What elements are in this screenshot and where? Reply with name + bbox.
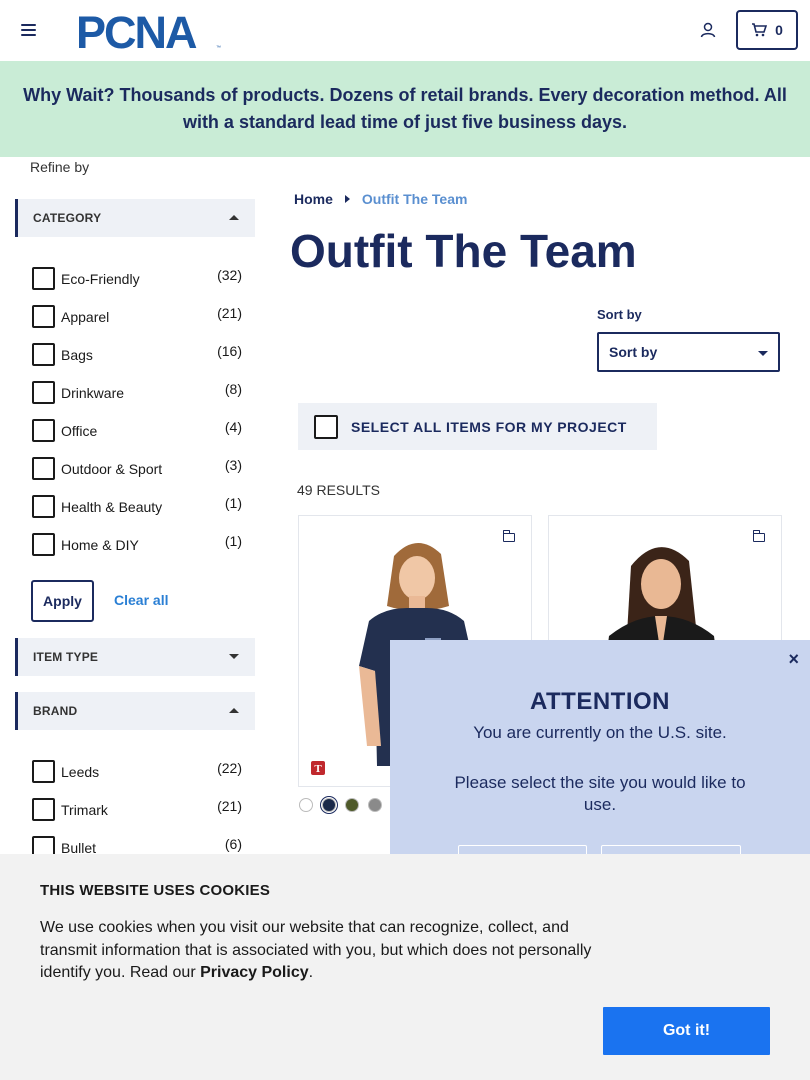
cart-icon	[752, 23, 768, 37]
clear-all-link[interactable]: Clear all	[114, 592, 168, 608]
chevron-down-icon	[758, 351, 768, 356]
sort-label: Sort by	[597, 307, 642, 322]
modal-prompt: Please select the site you would like to…	[454, 773, 746, 814]
checkbox[interactable]	[32, 267, 55, 290]
facet-item-count: (16)	[217, 343, 242, 359]
chevron-up-icon	[229, 215, 239, 220]
item-type-facet-header[interactable]: ITEM TYPE	[15, 638, 255, 676]
checkbox[interactable]	[32, 457, 55, 480]
facet-item-outdoor-sport[interactable]: Outdoor & Sport (3)	[32, 453, 242, 480]
privacy-policy-link[interactable]: Privacy Policy	[200, 964, 309, 981]
select-all-label: SELECT ALL ITEMS FOR MY PROJECT	[351, 418, 627, 435]
sort-select[interactable]: Sort by	[597, 332, 780, 372]
page-title: Outfit The Team	[290, 225, 637, 277]
facet-item-office[interactable]: Office (4)	[32, 415, 242, 442]
checkbox[interactable]	[32, 419, 55, 442]
cookie-banner: THIS WEBSITE USES COOKIES We use cookies…	[0, 854, 810, 1080]
cart-count: 0	[775, 22, 783, 38]
facet-item-label: Drinkware	[61, 385, 125, 401]
chevron-down-icon	[229, 654, 239, 659]
facet-item-count: (32)	[217, 267, 242, 283]
facet-item-bullet[interactable]: Bullet (6)	[32, 832, 242, 859]
facet-item-count: (22)	[217, 760, 242, 776]
facet-item-eco-friendly[interactable]: Eco-Friendly (32)	[32, 263, 242, 290]
facet-item-label: Trimark	[61, 802, 108, 818]
color-swatch-white[interactable]	[299, 798, 313, 812]
cookie-message-text: We use cookies when you visit our websit…	[40, 919, 592, 981]
select-all-items[interactable]: SELECT ALL ITEMS FOR MY PROJECT	[298, 403, 657, 450]
checkbox[interactable]	[32, 305, 55, 328]
facet-item-count: (3)	[224, 457, 242, 473]
checkbox[interactable]	[32, 381, 55, 404]
facet-item-count: (4)	[224, 419, 242, 435]
checkbox[interactable]	[32, 798, 55, 821]
facet-item-label: Outdoor & Sport	[61, 461, 163, 477]
facet-item-label: Leeds	[61, 764, 100, 780]
svg-text:T: T	[314, 763, 322, 775]
site-header: PCNA ™ 0	[0, 0, 810, 61]
apply-button[interactable]: Apply	[31, 580, 94, 622]
modal-message: You are currently on the U.S. site.	[473, 723, 727, 742]
color-swatch-navy[interactable]	[322, 798, 336, 812]
svg-text:™: ™	[216, 45, 221, 50]
got-it-button[interactable]: Got it!	[603, 1007, 770, 1055]
checkbox[interactable]	[32, 343, 55, 366]
category-facet-title: CATEGORY	[33, 211, 102, 225]
brand-facet-header[interactable]: BRAND	[15, 692, 255, 730]
site-select-modal: × ATTENTION You are currently on the U.S…	[390, 640, 810, 875]
promo-banner: Why Wait? Thousands of products. Dozens …	[0, 61, 810, 157]
facet-item-trimark[interactable]: Trimark (21)	[32, 794, 242, 821]
facet-item-count: (8)	[224, 381, 242, 397]
facet-item-drinkware[interactable]: Drinkware (8)	[32, 377, 242, 404]
breadcrumb: Home Outfit The Team	[294, 191, 467, 207]
facet-item-home-diy[interactable]: Home & DIY (1)	[32, 529, 242, 556]
chevron-up-icon	[229, 708, 239, 713]
select-all-checkbox[interactable]	[314, 414, 338, 439]
facet-item-count: (1)	[224, 533, 242, 549]
sort-select-value: Sort by	[609, 344, 658, 360]
cookie-message: We use cookies when you visit our websit…	[40, 917, 610, 985]
checkbox[interactable]	[32, 495, 55, 518]
refine-by-label: Refine by	[30, 159, 90, 175]
breadcrumb-arrow-icon	[344, 195, 350, 203]
facet-item-label: Apparel	[61, 309, 110, 325]
svg-text:PCNA: PCNA	[76, 10, 197, 50]
facet-item-label: Bags	[61, 347, 93, 363]
facet-item-leeds[interactable]: Leeds (22)	[32, 756, 242, 783]
facet-item-health-beauty[interactable]: Health & Beauty (1)	[32, 491, 242, 518]
results-count: 49 RESULTS	[297, 482, 380, 498]
facet-item-count: (6)	[224, 836, 242, 852]
color-swatch-gray[interactable]	[368, 798, 382, 812]
facet-item-label: Eco-Friendly	[61, 271, 140, 287]
facet-item-count: (1)	[224, 495, 242, 511]
brand-facet-title: BRAND	[33, 704, 78, 718]
pcna-logo[interactable]: PCNA ™	[76, 10, 226, 50]
account-icon[interactable]	[699, 21, 717, 39]
modal-title: ATTENTION	[529, 688, 671, 715]
category-facet-header[interactable]: CATEGORY	[15, 199, 255, 237]
facet-item-apparel[interactable]: Apparel (21)	[32, 301, 242, 328]
cookie-message-period: .	[308, 964, 314, 981]
facet-item-label: Office	[61, 423, 98, 439]
checkbox[interactable]	[32, 533, 55, 556]
facet-item-count: (21)	[217, 798, 242, 814]
close-icon[interactable]: ×	[788, 649, 799, 670]
facet-item-count: (21)	[217, 305, 242, 321]
facet-item-bags[interactable]: Bags (16)	[32, 339, 242, 366]
facet-item-label: Home & DIY	[61, 537, 139, 553]
breadcrumb-home-link[interactable]: Home	[294, 191, 333, 207]
cookie-title: THIS WEBSITE USES COOKIES	[40, 882, 271, 899]
promo-banner-text: Why Wait? Thousands of products. Dozens …	[23, 85, 787, 132]
color-swatch-olive[interactable]	[345, 798, 359, 812]
cart-button[interactable]: 0	[736, 10, 798, 50]
hamburger-menu-icon[interactable]	[21, 24, 36, 36]
facet-item-label: Health & Beauty	[61, 499, 163, 515]
breadcrumb-current: Outfit The Team	[361, 191, 468, 207]
item-type-facet-title: ITEM TYPE	[33, 650, 99, 664]
checkbox[interactable]	[32, 760, 55, 783]
